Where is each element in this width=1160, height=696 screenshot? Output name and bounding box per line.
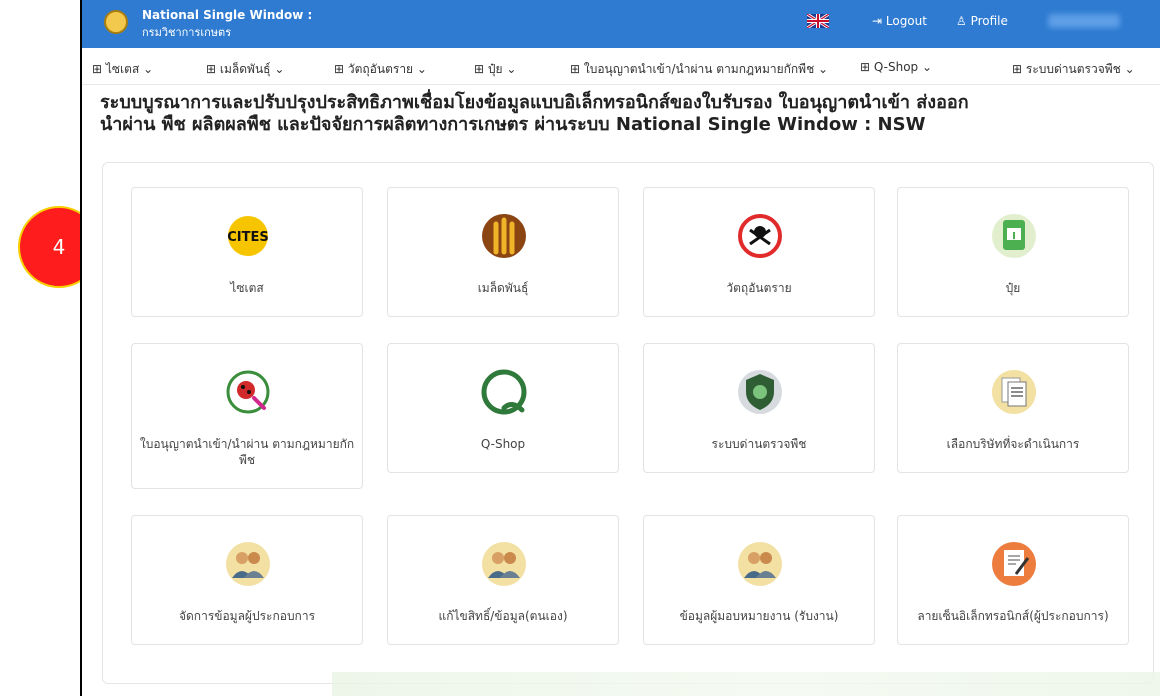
header-bar: National Single Window : กรมวิชาการเกษตร… <box>82 0 1160 48</box>
menu-label: ไซเตส <box>105 62 140 76</box>
card-label: ข้อมูลผู้มอบหมายงาน (รับงาน) <box>679 609 839 623</box>
menu-label: วัตถุอันตราย <box>347 62 414 76</box>
card-checkpoint[interactable]: ระบบด่านตรวจพืช <box>643 343 875 473</box>
card-label: แก้ไขสิทธิ์/ข้อมูล(ตนเอง) <box>438 609 568 623</box>
card-qshop[interactable]: Q-Shop <box>387 343 619 473</box>
card-e-signature[interactable]: ลายเซ็นอิเล็กทรอนิกส์(ผู้ประกอบการ) <box>897 515 1129 645</box>
svg-text:CITES: CITES <box>227 230 269 245</box>
card-fertilizer[interactable]: ปุ๋ย <box>897 187 1129 317</box>
hazard-icon <box>738 214 782 258</box>
card-label: เลือกบริษัทที่จะดำเนินการ <box>946 437 1080 451</box>
grid-icon: ⊞ <box>92 62 106 76</box>
grid-icon: ⊞ <box>570 62 584 76</box>
profile-icon: ♙ <box>956 14 971 28</box>
brand-subtitle: กรมวิชาการเกษตร <box>142 26 232 39</box>
card-label: จัดการข้อมูลผู้ประกอบการ <box>178 609 316 623</box>
card-label: ไซเตส <box>230 281 264 295</box>
card-label: ลายเซ็นอิเล็กทรอนิกส์(ผู้ประกอบการ) <box>917 609 1109 623</box>
menu-item-seed[interactable]: ⊞ เมล็ดพันธุ์ ⌄ <box>206 60 284 79</box>
menu-item-quarantine[interactable]: ⊞ ใบอนุญาตนำเข้า/นำผ่าน ตามกฎหมายกักพืช … <box>570 60 828 79</box>
grid-icon: ⊞ <box>474 62 488 76</box>
chevron-down-icon: ⌄ <box>416 62 427 76</box>
chevron-down-icon: ⌄ <box>143 62 154 76</box>
card-label: ปุ๋ย <box>1005 281 1021 295</box>
chevron-down-icon: ⌄ <box>1124 62 1135 76</box>
seed-icon <box>482 214 526 258</box>
card-label: วัตถุอันตราย <box>726 281 792 295</box>
card-select-company[interactable]: เลือกบริษัทที่จะดำเนินการ <box>897 343 1129 473</box>
browser-frame: National Single Window : กรมวิชาการเกษตร… <box>80 0 1160 696</box>
menu-label: Q-Shop <box>873 60 919 74</box>
card-label: ใบอนุญาตนำเข้า/นำผ่าน ตามกฎหมายกักพืช <box>139 437 355 467</box>
menu-label: ใบอนุญาตนำเข้า/นำผ่าน ตามกฎหมายกักพืช <box>583 62 815 76</box>
grid-icon: ⊞ <box>1012 62 1026 76</box>
main-menu: ⊞ ไซเตส ⌄ ⊞ เมล็ดพันธุ์ ⌄ ⊞ วัตถุอันตราย… <box>82 48 1160 85</box>
uk-flag-icon[interactable] <box>807 14 829 28</box>
card-quarantine[interactable]: ใบอนุญาตนำเข้า/นำผ่าน ตามกฎหมายกักพืช <box>131 343 363 489</box>
background-decoration <box>332 672 1160 696</box>
card-assigner-info[interactable]: ข้อมูลผู้มอบหมายงาน (รับงาน) <box>643 515 875 645</box>
menu-label: ระบบด่านตรวจพืช <box>1025 62 1121 76</box>
menu-label: เมล็ดพันธุ์ <box>219 62 271 76</box>
card-cites[interactable]: CITES ไซเตส <box>131 187 363 317</box>
users-icon <box>482 542 526 586</box>
menu-item-hazard[interactable]: ⊞ วัตถุอันตราย ⌄ <box>334 60 427 79</box>
card-edit-rights[interactable]: แก้ไขสิทธิ์/ข้อมูล(ตนเอง) <box>387 515 619 645</box>
menu-item-checkpoint[interactable]: ⊞ ระบบด่านตรวจพืช ⌄ <box>1012 60 1135 79</box>
card-label: Q-Shop <box>480 437 526 451</box>
menu-item-fertilizer[interactable]: ⊞ ปุ๋ย ⌄ <box>474 60 516 79</box>
username-blurred <box>1048 14 1120 28</box>
card-hazard[interactable]: วัตถุอันตราย <box>643 187 875 317</box>
chevron-down-icon: ⌄ <box>922 60 933 74</box>
checkpoint-shield-icon <box>738 370 782 414</box>
fertilizer-icon <box>992 214 1036 258</box>
logout-label: Logout <box>885 14 927 28</box>
plant-quarantine-icon <box>226 370 270 414</box>
profile-link[interactable]: ♙ Profile <box>956 14 1008 28</box>
brand-title: National Single Window : <box>142 8 313 22</box>
grid-icon: ⊞ <box>860 60 874 74</box>
chevron-down-icon: ⌄ <box>818 62 829 76</box>
page-title-line2: นำผ่าน พืช ผลิตผลพืช และปัจจัยการผลิตทาง… <box>100 114 926 135</box>
page-title: ระบบบูรณาการและปรับปรุงประสิทธิภาพเชื่อม… <box>100 92 1150 136</box>
users-icon <box>226 542 270 586</box>
menu-card-panel: CITES ไซเตส เมล็ดพันธุ์ วัตถุอันตราย ปุ๋… <box>102 162 1154 684</box>
chevron-down-icon: ⌄ <box>274 62 285 76</box>
menu-label: ปุ๋ย <box>487 62 503 76</box>
logout-link[interactable]: ⇥ Logout <box>872 14 927 28</box>
doa-logo-icon <box>104 10 128 34</box>
users-icon <box>738 542 782 586</box>
profile-label: Profile <box>970 14 1008 28</box>
documents-icon <box>992 370 1036 414</box>
logout-icon: ⇥ <box>872 14 886 28</box>
grid-icon: ⊞ <box>206 62 220 76</box>
menu-item-cites[interactable]: ⊞ ไซเตส ⌄ <box>92 60 153 79</box>
signature-icon <box>992 542 1036 586</box>
cites-icon: CITES <box>227 216 269 256</box>
grid-icon: ⊞ <box>334 62 348 76</box>
card-seed[interactable]: เมล็ดพันธุ์ <box>387 187 619 317</box>
page-title-line1: ระบบบูรณาการและปรับปรุงประสิทธิภาพเชื่อม… <box>100 92 969 113</box>
qshop-icon <box>481 369 527 415</box>
chevron-down-icon: ⌄ <box>506 62 517 76</box>
card-label: ระบบด่านตรวจพืช <box>711 437 807 451</box>
card-label: เมล็ดพันธุ์ <box>477 281 529 295</box>
card-manage-operator[interactable]: จัดการข้อมูลผู้ประกอบการ <box>131 515 363 645</box>
menu-item-qshop[interactable]: ⊞ Q-Shop ⌄ <box>860 60 932 74</box>
